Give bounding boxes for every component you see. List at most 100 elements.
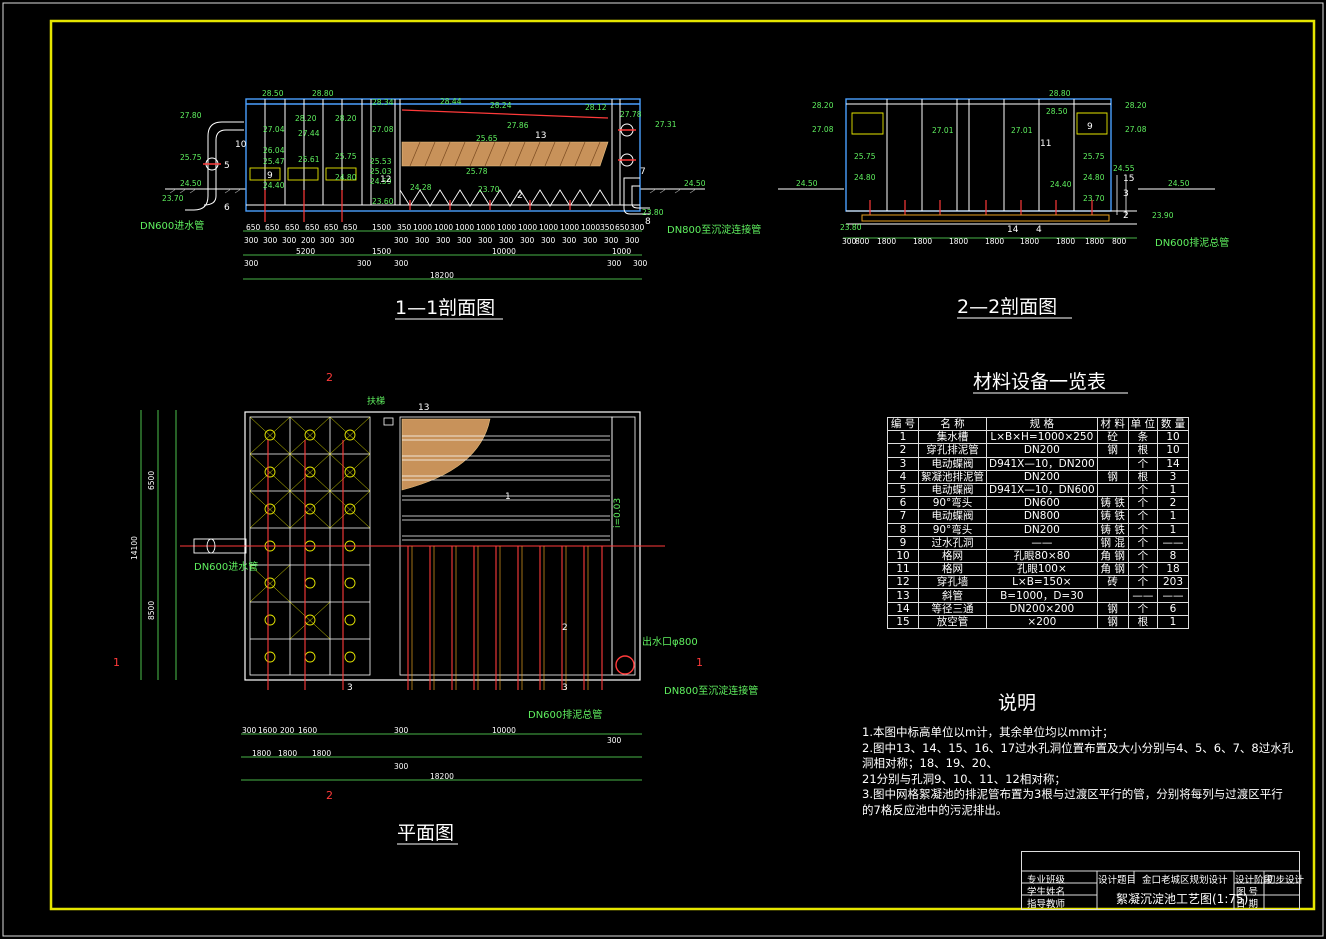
table-cell: 个 (1127, 456, 1159, 471)
table-cell: 过水孔洞 (918, 535, 987, 550)
table-cell: —— (1157, 535, 1190, 550)
dim: 1800 (877, 237, 896, 246)
elev: 24.50 (796, 179, 818, 188)
label: 13 (418, 403, 429, 413)
table-cell: 电动蝶阀 (918, 482, 987, 498)
table-cell: 根 (1127, 469, 1159, 484)
table-cell: DN200 (986, 522, 1098, 537)
stairs-label: 扶梯 (367, 395, 385, 407)
elev: 24.28 (410, 183, 432, 192)
dim: 1000 (539, 223, 558, 232)
elev: 24.80 (1083, 173, 1105, 182)
dim: 1000 (476, 223, 495, 232)
elev: 27.80 (180, 111, 202, 120)
table-cell: D941X—10，DN600 (986, 482, 1098, 498)
table-row: 11 格网 孔眼100× 角 钢个 18 (887, 562, 1190, 577)
dim: 300 (583, 236, 598, 245)
table-header: 编 号 名 称 规 格 材 料 单 位 数 量 (887, 416, 1190, 432)
label: 3 (1123, 189, 1129, 199)
table-cell: 1 (1157, 509, 1190, 524)
dim: 6500 (147, 471, 156, 490)
elev: 25.53 (370, 157, 392, 166)
label: 2 (517, 191, 523, 201)
table-cell: DN600 (986, 496, 1098, 511)
dim: 350 (397, 223, 412, 232)
pipe-label: DN600进水管 (194, 560, 258, 573)
elev: 28.24 (490, 101, 512, 110)
elev: 25.65 (476, 134, 498, 143)
table-cell: 8 (1157, 548, 1190, 564)
table-cell: DN200 (986, 469, 1098, 484)
elev: 28.20 (335, 114, 357, 123)
elev: 24.55 (1113, 164, 1135, 173)
dim: 1800 (1056, 237, 1075, 246)
elev: 23.80 (642, 208, 664, 217)
dim: 1000 (518, 223, 537, 232)
note-line: 洞相对称；18、19、20、 (862, 756, 998, 770)
table-cell: DN200×200 (986, 601, 1098, 616)
table-cell: 14 (887, 601, 919, 616)
elev: 25.75 (335, 152, 357, 161)
col-header: 编 号 (887, 416, 919, 432)
table-cell: 格网 (918, 548, 987, 564)
elev: 28.44 (440, 97, 462, 106)
elev: 23.70 (1083, 194, 1105, 203)
table-row: 12 穿孔墙 L×B=150× 砖个 203 (887, 575, 1190, 590)
dim: 300 (562, 236, 577, 245)
table-cell: 格网 (918, 562, 987, 577)
dim: 650 (305, 223, 320, 232)
table-cell: 条 (1127, 430, 1159, 445)
tb-project: 金口老城区规划设计 (1142, 875, 1228, 886)
table-cell: ×200 (986, 614, 1098, 630)
dim: 300 (394, 236, 409, 245)
table-cell: 电动蝶阀 (918, 509, 987, 524)
elev: 28.50 (262, 89, 284, 98)
dim: 1000 (413, 223, 432, 232)
table-cell: 15 (887, 614, 919, 630)
dim: 300 (541, 236, 556, 245)
table-cell: 砼 (1096, 430, 1129, 445)
dim: 800 (1112, 237, 1127, 246)
table-row: 10 格网 孔眼80×80 角 钢个8 (887, 548, 1190, 564)
table-row: 14 等径三通 DN200×200 钢个 6 (887, 601, 1190, 616)
materials-table: 编 号 名 称 规 格 材 料 单 位 数 量 1 集水槽 L×B×H=1000×2… (887, 416, 1190, 630)
dim: 18200 (430, 271, 454, 280)
table-cell: 1 (1157, 614, 1190, 630)
dim: 18200 (430, 772, 454, 781)
elev: 24.40 (263, 181, 285, 190)
table-cell: 角 钢 (1096, 562, 1129, 577)
dim: 1500 (372, 223, 391, 232)
elev: 24.80 (335, 173, 357, 182)
table-cell: DN200 (986, 443, 1098, 458)
table-title: 材料设备一览表 (973, 371, 1106, 393)
elev: 26.04 (263, 146, 285, 155)
label: 2 (1123, 211, 1129, 221)
note-line: 1.本图中标高单位以m计，其余单位均以mm计； (862, 725, 1114, 739)
table-cell (1096, 482, 1129, 498)
dim: 300 (520, 236, 535, 245)
elev: 24.50 (684, 179, 706, 188)
table-cell: 等径三通 (918, 601, 987, 616)
dim: 300 (244, 259, 259, 268)
slope-label: i=0.03 (613, 498, 623, 528)
outlet-label: 出水口φ800 (642, 635, 698, 648)
elev: 23.60 (372, 197, 394, 206)
table-row: 8 90°弯头 DN200 铸 铁个1 (887, 522, 1190, 537)
label: 5 (224, 161, 230, 171)
elev: 27.04 (263, 125, 285, 134)
table-cell: 5 (887, 482, 919, 498)
table-cell: 钢 (1096, 469, 1129, 484)
dim: 10000 (492, 726, 516, 735)
elev: 24.50 (1168, 179, 1190, 188)
dim: 1800 (252, 749, 271, 758)
table-row: 7 电动蝶阀 DN800 铸 铁个1 (887, 509, 1190, 524)
elev: 25.75 (854, 152, 876, 161)
table-cell: —— (986, 535, 1098, 550)
table-cell: 个 (1127, 601, 1159, 616)
pipe-label: DN600排泥总管 (528, 708, 602, 721)
dim: 300 (282, 236, 297, 245)
elev: 27.86 (507, 121, 529, 130)
dim: 1000 (497, 223, 516, 232)
dim: 1600 (258, 726, 277, 735)
table-row: 2 穿孔排泥管 DN200 钢根 10 (887, 443, 1190, 458)
